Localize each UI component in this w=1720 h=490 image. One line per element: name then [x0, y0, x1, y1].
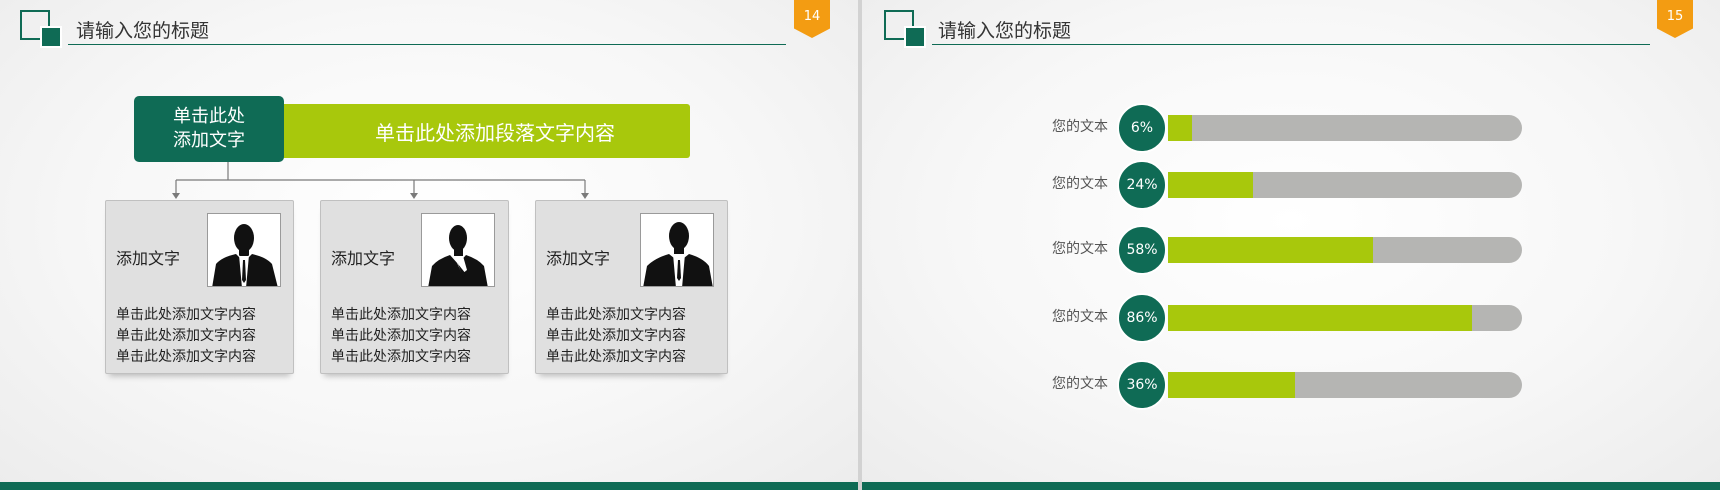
slide-14: 请输入您的标题 14 单击此处添加段落文字内容 单击此处 添加文字 添加文字 单…: [0, 0, 858, 490]
card-line: 单击此处添加文字内容: [331, 328, 471, 344]
card-label: 添加文字: [546, 249, 611, 268]
progress-fill: [1168, 237, 1374, 263]
card-label: 添加文字: [116, 249, 181, 268]
card-line: 单击此处添加文字内容: [331, 307, 471, 323]
card-line: 单击此处添加文字内容: [116, 349, 256, 365]
card-line: 单击此处添加文字内容: [546, 328, 686, 344]
card-label: 添加文字: [331, 249, 396, 268]
bar-label: 您的文本: [1052, 119, 1108, 135]
percent-circle: 24%: [1117, 160, 1167, 210]
percent-circle: 6%: [1117, 103, 1167, 153]
person-silhouette-icon: [207, 213, 281, 287]
card-line: 单击此处添加文字内容: [546, 307, 686, 323]
title-underline: [932, 44, 1650, 45]
profile-card-2[interactable]: 添加文字 单击此处添加文字内容 单击此处添加文字内容 单击此处添加文字内容: [320, 200, 509, 374]
card-text-lines: 单击此处添加文字内容 单击此处添加文字内容 单击此处添加文字内容: [116, 305, 256, 368]
percent-circle: 58%: [1117, 225, 1167, 275]
logo-squares-icon: [884, 10, 928, 50]
bar-label: 您的文本: [1052, 176, 1108, 192]
page-number-badge: 15: [1657, 0, 1693, 38]
person-silhouette-icon: [421, 213, 495, 287]
slide-title: 请输入您的标题: [938, 20, 1072, 42]
card-line: 单击此处添加文字内容: [331, 349, 471, 365]
bar-label: 您的文本: [1052, 309, 1108, 325]
profile-card-1[interactable]: 添加文字 单击此处添加文字内容 单击此处添加文字内容 单击此处添加文字内容: [105, 200, 294, 374]
card-line: 单击此处添加文字内容: [116, 328, 256, 344]
progress-fill: [1168, 372, 1296, 398]
percent-circle: 36%: [1117, 360, 1167, 410]
card-text-lines: 单击此处添加文字内容 单击此处添加文字内容 单击此处添加文字内容: [546, 305, 686, 368]
progress-fill: [1168, 172, 1253, 198]
bottom-accent-bar: [0, 482, 858, 490]
bottom-accent-bar: [862, 482, 1720, 490]
person-silhouette-icon: [640, 213, 714, 287]
bar-label: 您的文本: [1052, 376, 1108, 392]
percent-circle: 86%: [1117, 293, 1167, 343]
card-line: 单击此处添加文字内容: [116, 307, 256, 323]
slide-15: 请输入您的标题 15 您的文本 6% 您的文本 24% 您的文本 58% 您的文本 86% 您的…: [862, 0, 1720, 490]
progress-track: [1168, 115, 1522, 141]
card-text-lines: 单击此处添加文字内容 单击此处添加文字内容 单击此处添加文字内容: [331, 305, 471, 368]
progress-fill: [1168, 305, 1473, 331]
progress-fill: [1168, 115, 1192, 141]
bar-label: 您的文本: [1052, 241, 1108, 257]
profile-card-3[interactable]: 添加文字 单击此处添加文字内容 单击此处添加文字内容 单击此处添加文字内容: [535, 200, 728, 374]
card-line: 单击此处添加文字内容: [546, 349, 686, 365]
